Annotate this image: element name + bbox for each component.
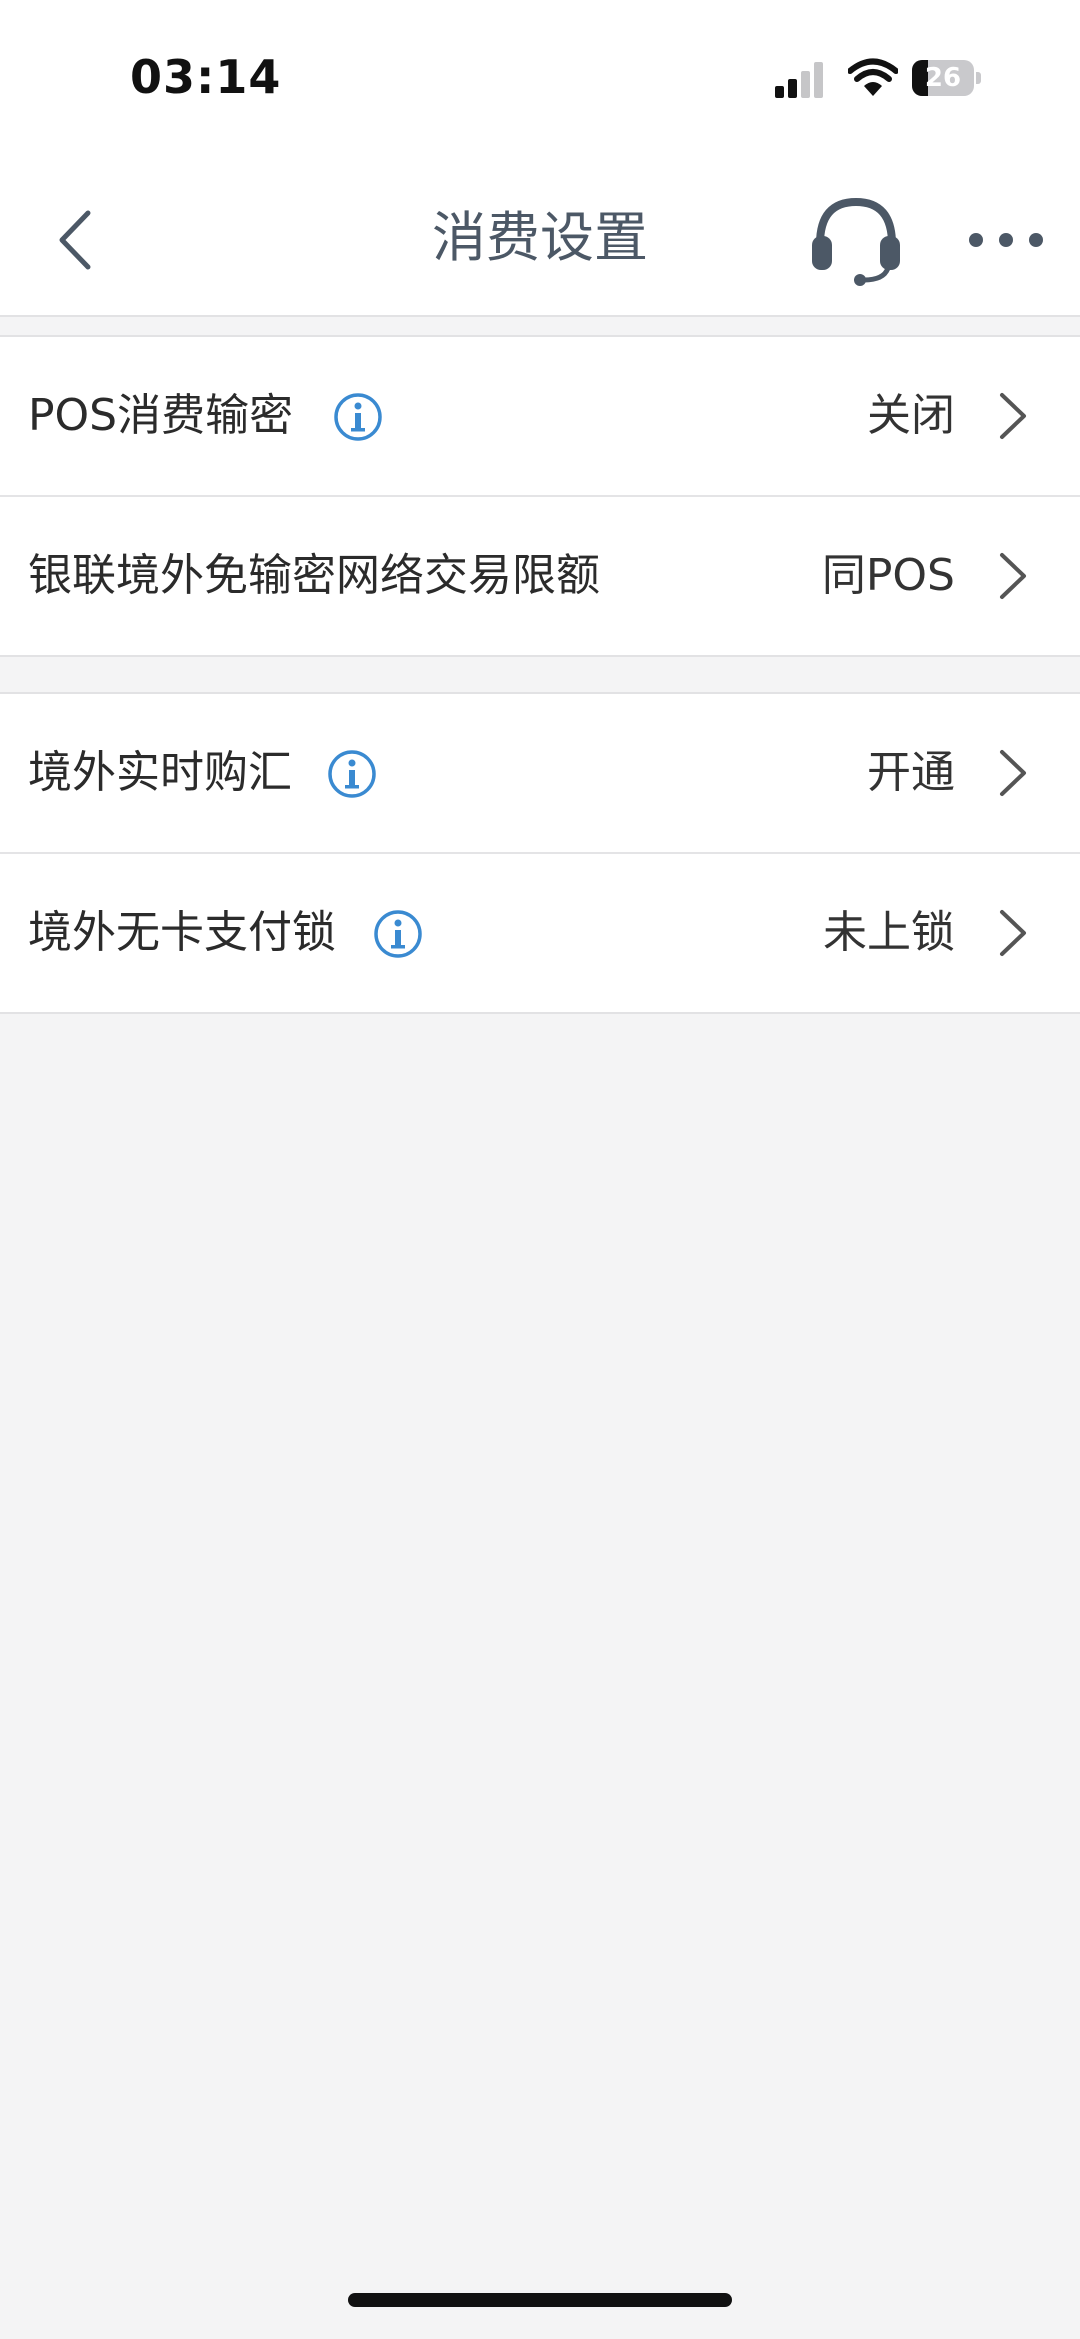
setting-label: 境外实时购汇 xyxy=(28,747,292,798)
more-dots-icon[interactable] xyxy=(966,220,1046,260)
status-bar: 03:14 26 xyxy=(0,0,1080,160)
cellular-signal-icon xyxy=(775,62,823,98)
setting-row-unionpay-overseas-limit[interactable]: 银联境外免输密网络交易限额 同POS xyxy=(0,495,1080,655)
setting-row-realtime-fx[interactable]: 境外实时购汇 开通 xyxy=(0,694,1080,852)
setting-value: 同POS xyxy=(821,550,955,601)
setting-value: 开通 xyxy=(867,747,955,798)
chevron-right-icon xyxy=(1000,553,1026,599)
chevron-right-icon xyxy=(1000,910,1026,956)
headset-icon[interactable] xyxy=(808,188,904,288)
setting-label: 银联境外免输密网络交易限额 xyxy=(28,550,600,601)
status-time: 03:14 xyxy=(130,50,282,104)
page-title: 消费设置 xyxy=(432,206,648,269)
battery-icon: 26 xyxy=(912,60,982,96)
setting-row-cardless-lock[interactable]: 境外无卡支付锁 未上锁 xyxy=(0,852,1080,1012)
setting-label: POS消费输密 xyxy=(28,390,294,441)
settings-group-1: POS消费输密 关闭 银联境外免输密网络交易限额 同POS xyxy=(0,335,1080,657)
home-indicator xyxy=(348,2293,732,2307)
info-icon[interactable] xyxy=(333,392,383,442)
settings-group-2: 境外实时购汇 开通 境外无卡支付锁 未上锁 xyxy=(0,692,1080,1014)
info-icon[interactable] xyxy=(327,749,377,799)
setting-row-pos-password[interactable]: POS消费输密 关闭 xyxy=(0,337,1080,495)
chevron-right-icon xyxy=(1000,393,1026,439)
chevron-left-icon[interactable] xyxy=(48,195,108,285)
nav-bar: 消费设置 xyxy=(0,160,1080,317)
setting-value: 未上锁 xyxy=(823,907,955,958)
info-icon[interactable] xyxy=(373,909,423,959)
wifi-icon xyxy=(848,58,898,96)
setting-label: 境外无卡支付锁 xyxy=(28,907,336,958)
chevron-right-icon xyxy=(1000,750,1026,796)
setting-value: 关闭 xyxy=(867,390,955,441)
battery-level: 26 xyxy=(924,63,962,93)
